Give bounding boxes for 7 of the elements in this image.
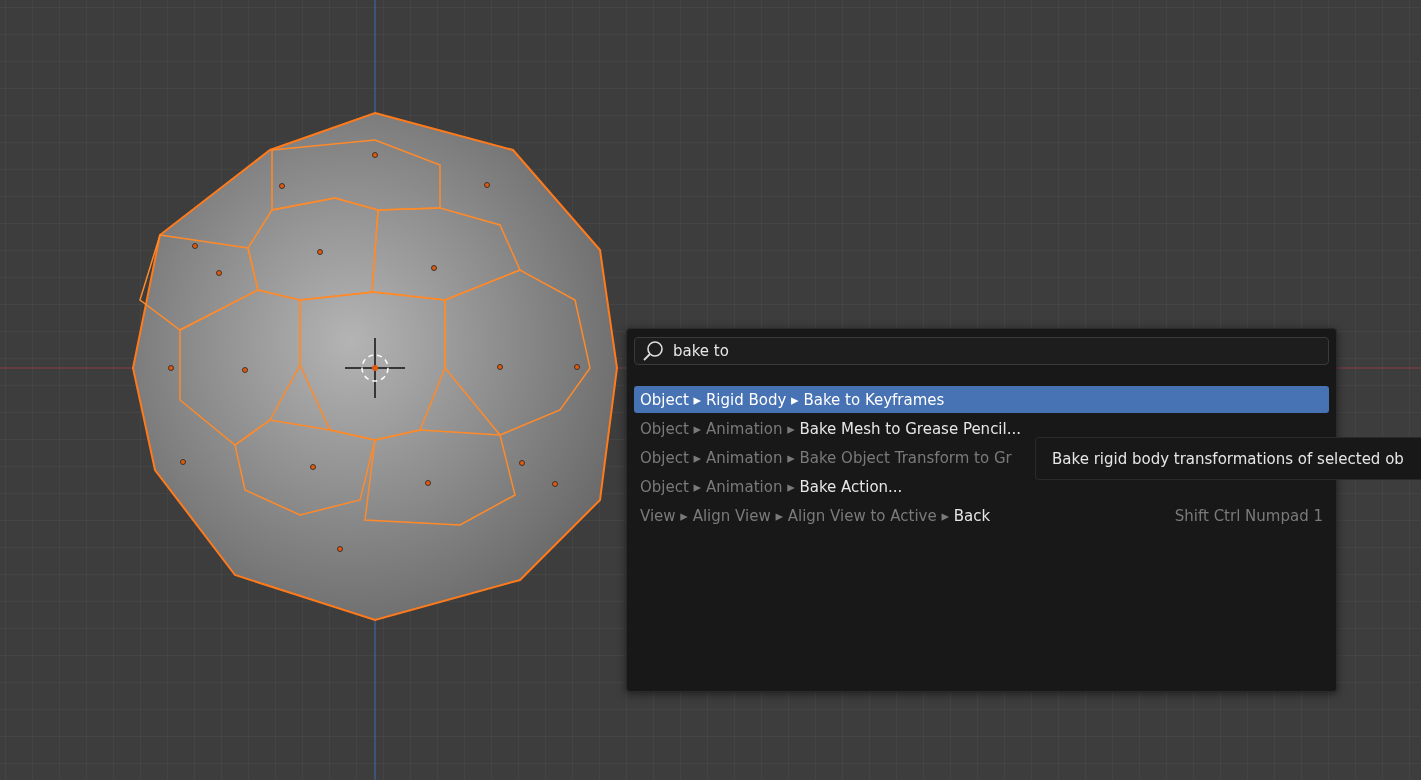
menu-item[interactable]: Object ▸ Animation ▸ Bake Mesh to Grease Pencil... <box>634 415 1329 442</box>
menu-item[interactable]: Object ▸ Animation ▸ Bake Action... <box>634 473 1329 500</box>
search-field[interactable]: bake to <box>634 337 1329 365</box>
cursor-icon <box>344 337 406 399</box>
tooltip-text: Bake rigid body transformations of selected ob <box>1052 449 1404 468</box>
menu-item[interactable]: Object ▸ Rigid Body ▸ Bake to Keyframes <box>634 386 1329 413</box>
menu-item[interactable]: View ▸ Align View ▸ Align View to Active ▸ Back Shift Ctrl Numpad 1 <box>634 502 1329 529</box>
